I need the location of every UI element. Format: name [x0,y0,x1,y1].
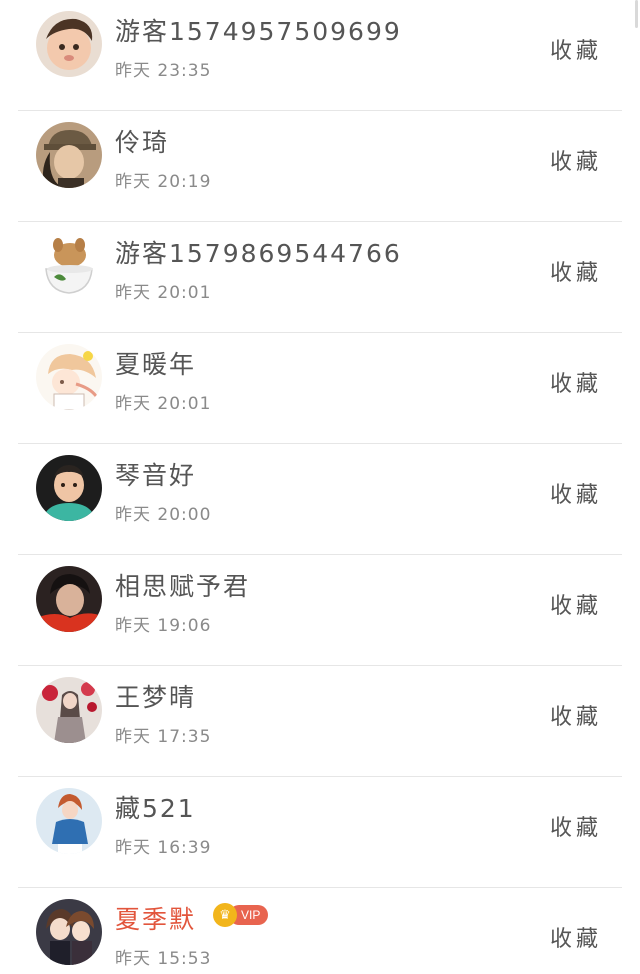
avatar[interactable] [36,233,102,299]
user-name: 相思赋予君 [115,572,251,601]
user-name: 伶琦 [115,128,170,157]
list-item[interactable]: 游客1574957509699 昨天 23:35 收藏 [0,0,640,111]
list-item[interactable]: 伶琦 昨天 20:19 收藏 [0,111,640,222]
timestamp: 昨天 20:01 [115,283,212,303]
timestamp: 昨天 17:35 [115,727,212,747]
user-name: 夏季默 [115,905,197,934]
vip-badge: ♛ VIP [213,903,269,927]
avatar[interactable] [36,566,102,632]
list-item[interactable]: 王梦晴 昨天 17:35 收藏 [0,666,640,777]
timestamp: 昨天 19:06 [115,616,212,636]
favorite-button[interactable]: 收藏 [550,588,602,620]
avatar[interactable] [36,11,102,77]
user-name: 王梦晴 [115,683,197,712]
timestamp: 昨天 23:35 [115,61,212,81]
list-item[interactable]: 琴音好 昨天 20:00 收藏 [0,444,640,555]
user-name: 藏521 [115,794,196,823]
avatar[interactable] [36,677,102,743]
avatar[interactable] [36,455,102,521]
user-list: 游客1574957509699 昨天 23:35 收藏 伶琦 昨天 20:19 … [0,0,640,974]
user-name: 琴音好 [115,461,197,490]
avatar[interactable] [36,344,102,410]
favorite-button[interactable]: 收藏 [550,699,602,731]
timestamp: 昨天 16:39 [115,838,212,858]
user-name: 游客1579869544766 [115,239,402,268]
user-name: 游客1574957509699 [115,17,402,46]
favorite-button[interactable]: 收藏 [550,366,602,398]
favorite-button[interactable]: 收藏 [550,810,602,842]
crown-icon: ♛ [213,903,237,927]
favorite-button[interactable]: 收藏 [550,921,602,953]
list-item[interactable]: 夏季默 ♛ VIP 昨天 15:53 收藏 [0,888,640,974]
favorite-button[interactable]: 收藏 [550,255,602,287]
list-item[interactable]: 游客1579869544766 昨天 20:01 收藏 [0,222,640,333]
avatar[interactable] [36,788,102,854]
timestamp: 昨天 20:19 [115,172,212,192]
timestamp: 昨天 20:00 [115,505,212,525]
avatar[interactable] [36,122,102,188]
list-item[interactable]: 藏521 昨天 16:39 收藏 [0,777,640,888]
timestamp: 昨天 20:01 [115,394,212,414]
list-item[interactable]: 相思赋予君 昨天 19:06 收藏 [0,555,640,666]
favorite-button[interactable]: 收藏 [550,477,602,509]
favorite-button[interactable]: 收藏 [550,144,602,176]
scrollbar[interactable] [635,0,638,28]
avatar[interactable] [36,899,102,965]
user-name: 夏暖年 [115,350,197,379]
list-item[interactable]: 夏暖年 昨天 20:01 收藏 [0,333,640,444]
timestamp: 昨天 15:53 [115,949,212,969]
favorite-button[interactable]: 收藏 [550,33,602,65]
